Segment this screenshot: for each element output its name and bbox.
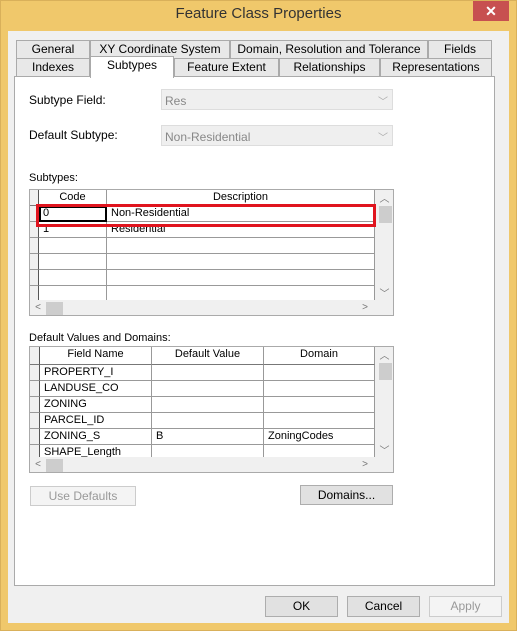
grid-cell[interactable] xyxy=(39,238,107,254)
grid-cell[interactable]: PARCEL_ID xyxy=(40,413,152,429)
tab-representations[interactable]: Representations xyxy=(380,58,492,77)
chevron-right-icon[interactable]: > xyxy=(359,300,371,315)
chevron-up-icon[interactable]: ︿ xyxy=(375,190,393,205)
subtypes-label: Subtypes: xyxy=(29,172,78,184)
tab-domain-resolution-and-tolerance[interactable]: Domain, Resolution and Tolerance xyxy=(230,40,428,59)
scrollbar-thumb[interactable] xyxy=(379,206,392,223)
row-selector[interactable] xyxy=(30,238,39,254)
tab-fields[interactable]: Fields xyxy=(428,40,492,59)
horizontal-scrollbar[interactable] xyxy=(30,300,393,315)
grid-cell[interactable] xyxy=(152,365,264,381)
grid-cell[interactable] xyxy=(152,413,264,429)
chevron-up-icon[interactable]: ︿ xyxy=(375,347,393,362)
tab-feature-extent[interactable]: Feature Extent xyxy=(174,58,279,77)
domains-button[interactable]: Domains... xyxy=(300,485,393,505)
grid-cell[interactable] xyxy=(39,270,107,286)
row-selector[interactable] xyxy=(30,429,40,445)
subtypes-panel xyxy=(14,76,495,586)
row-selector[interactable] xyxy=(30,413,40,429)
chevron-down-icon[interactable]: ﹀ xyxy=(375,442,393,457)
subtype-field-combo[interactable]: Res ﹀ xyxy=(161,89,393,110)
row-selector[interactable] xyxy=(30,365,40,381)
scrollbar-thumb[interactable] xyxy=(46,459,63,472)
grid-cell[interactable] xyxy=(39,254,107,270)
defaults-label: Default Values and Domains: xyxy=(29,332,171,344)
chevron-right-icon[interactable]: > xyxy=(359,457,371,472)
grid-cell[interactable]: PROPERTY_I xyxy=(40,365,152,381)
grid-cell[interactable] xyxy=(107,254,375,270)
dialog-title: Feature Class Properties xyxy=(175,5,342,22)
tab-subtypes[interactable]: Subtypes xyxy=(90,56,174,78)
default-subtype-label: Default Subtype: xyxy=(29,128,118,142)
grid-cell[interactable] xyxy=(152,381,264,397)
selected-row-highlight xyxy=(36,204,376,227)
tab-general[interactable]: General xyxy=(16,40,90,59)
row-selector[interactable] xyxy=(30,254,39,270)
grid-cell[interactable] xyxy=(107,270,375,286)
cancel-button[interactable]: Cancel xyxy=(347,596,420,617)
scrollbar-thumb[interactable] xyxy=(46,302,63,315)
use-defaults-button[interactable]: Use Defaults xyxy=(30,486,136,506)
row-selector[interactable] xyxy=(30,397,40,413)
apply-button[interactable]: Apply xyxy=(429,596,502,617)
column-header[interactable]: Default Value xyxy=(152,347,264,365)
horizontal-scrollbar[interactable] xyxy=(30,457,393,472)
grid-cell[interactable] xyxy=(152,397,264,413)
grid-cell[interactable]: ZoningCodes xyxy=(264,429,375,445)
ok-button[interactable]: OK xyxy=(265,596,338,617)
close-button[interactable]: ✕ xyxy=(473,1,509,21)
grid-cell[interactable] xyxy=(264,381,375,397)
chevron-down-icon: ﹀ xyxy=(378,97,388,108)
chevron-down-icon[interactable]: ﹀ xyxy=(375,285,393,300)
grid-cell[interactable] xyxy=(264,397,375,413)
grid-cell[interactable]: ZONING_S xyxy=(40,429,152,445)
subtype-field-label: Subtype Field: xyxy=(29,93,106,107)
chevron-down-icon: ﹀ xyxy=(378,133,388,144)
subtype-field-value: Res xyxy=(165,94,187,108)
defaults-grid[interactable]: Field Name Default Value Domain PROPERTY_I L… xyxy=(29,346,394,473)
row-selector-header xyxy=(30,347,40,365)
tab-indexes[interactable]: Indexes xyxy=(16,58,90,77)
scrollbar-thumb[interactable] xyxy=(379,363,392,380)
grid-cell[interactable]: ZONING xyxy=(40,397,152,413)
row-selector[interactable] xyxy=(30,381,40,397)
column-header[interactable]: Field Name xyxy=(40,347,152,365)
tab-relationships[interactable]: Relationships xyxy=(279,58,380,77)
default-subtype-value: Non-Residential xyxy=(165,130,251,144)
grid-cell[interactable] xyxy=(264,413,375,429)
column-header[interactable]: Domain xyxy=(264,347,375,365)
chevron-left-icon[interactable]: < xyxy=(32,457,44,472)
grid-cell[interactable]: B xyxy=(152,429,264,445)
grid-cell[interactable] xyxy=(264,365,375,381)
row-selector[interactable] xyxy=(30,270,39,286)
default-subtype-combo[interactable]: Non-Residential ﹀ xyxy=(161,125,393,146)
chevron-left-icon[interactable]: < xyxy=(32,300,44,315)
grid-cell[interactable] xyxy=(107,238,375,254)
grid-cell[interactable]: LANDUSE_CO xyxy=(40,381,152,397)
